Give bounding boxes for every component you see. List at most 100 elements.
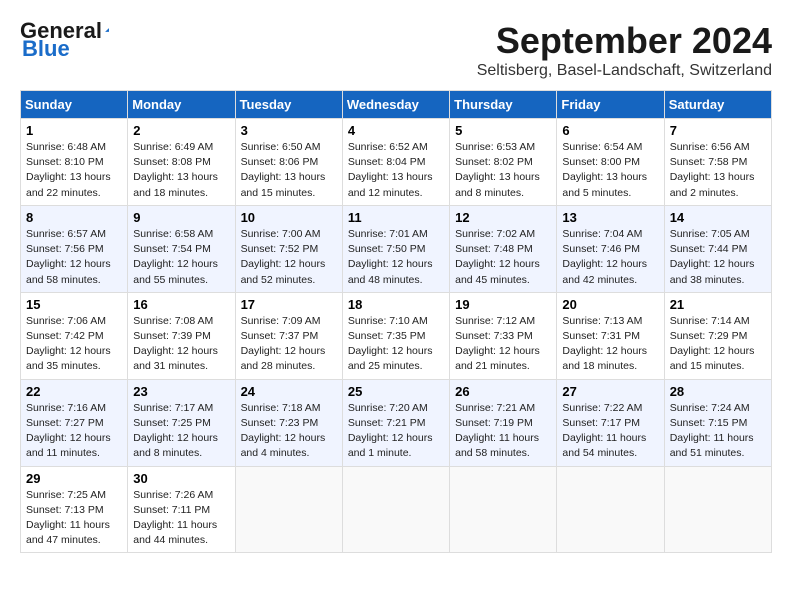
calendar-cell: 14 Sunrise: 7:05 AM Sunset: 7:44 PM Dayli…	[664, 205, 771, 292]
month-title: September 2024	[477, 20, 772, 62]
day-info: Sunrise: 6:58 AM Sunset: 7:54 PM Dayligh…	[133, 227, 229, 288]
calendar-cell: 2 Sunrise: 6:49 AM Sunset: 8:08 PM Daylig…	[128, 119, 235, 206]
calendar-cell: 22 Sunrise: 7:16 AM Sunset: 7:27 PM Dayli…	[21, 379, 128, 466]
day-info: Sunrise: 7:06 AM Sunset: 7:42 PM Dayligh…	[26, 314, 122, 375]
day-info: Sunrise: 7:08 AM Sunset: 7:39 PM Dayligh…	[133, 314, 229, 375]
day-number: 15	[26, 297, 122, 312]
day-number: 1	[26, 123, 122, 138]
calendar-cell: 12Sunrise: 7:02 AM Sunset: 7:48 PM Dayli…	[450, 205, 557, 292]
weekday-header-monday: Monday	[128, 91, 235, 119]
day-info: Sunrise: 7:00 AM Sunset: 7:52 PM Dayligh…	[241, 227, 337, 288]
day-info: Sunrise: 6:56 AM Sunset: 7:58 PM Dayligh…	[670, 140, 766, 201]
day-number: 23	[133, 384, 229, 399]
weekday-header-sunday: Sunday	[21, 91, 128, 119]
day-number: 20	[562, 297, 658, 312]
calendar-cell: 3Sunrise: 6:50 AM Sunset: 8:06 PM Daylig…	[235, 119, 342, 206]
day-number: 17	[241, 297, 337, 312]
page-header: General Blue September 2024 Seltisberg, …	[20, 20, 772, 80]
day-number: 26	[455, 384, 551, 399]
day-info: Sunrise: 7:12 AM Sunset: 7:33 PM Dayligh…	[455, 314, 551, 375]
day-info: Sunrise: 7:17 AM Sunset: 7:25 PM Dayligh…	[133, 401, 229, 462]
calendar-cell: 26 Sunrise: 7:21 AM Sunset: 7:19 PM Dayli…	[450, 379, 557, 466]
day-number: 27	[562, 384, 658, 399]
day-info: Sunrise: 6:52 AM Sunset: 8:04 PM Dayligh…	[348, 140, 444, 201]
calendar-cell: 1 Sunrise: 6:48 AM Sunset: 8:10 PM Daylig…	[21, 119, 128, 206]
calendar-cell: 20 Sunrise: 7:13 AM Sunset: 7:31 PM Dayli…	[557, 292, 664, 379]
day-info: Sunrise: 7:21 AM Sunset: 7:19 PM Dayligh…	[455, 401, 551, 462]
calendar-cell: 6 Sunrise: 6:54 AM Sunset: 8:00 PM Daylig…	[557, 119, 664, 206]
day-number: 25	[348, 384, 444, 399]
calendar-cell: 18 Sunrise: 7:10 AM Sunset: 7:35 PM Dayli…	[342, 292, 449, 379]
day-info: Sunrise: 6:53 AM Sunset: 8:02 PM Dayligh…	[455, 140, 551, 201]
calendar-week-row: 15 Sunrise: 7:06 AM Sunset: 7:42 PM Dayli…	[21, 292, 772, 379]
calendar-cell: 11 Sunrise: 7:01 AM Sunset: 7:50 PM Dayli…	[342, 205, 449, 292]
calendar-cell: 25Sunrise: 7:20 AM Sunset: 7:21 PM Dayli…	[342, 379, 449, 466]
calendar-cell: 13Sunrise: 7:04 AM Sunset: 7:46 PM Dayli…	[557, 205, 664, 292]
calendar-cell: 7Sunrise: 6:56 AM Sunset: 7:58 PM Daylig…	[664, 119, 771, 206]
calendar-cell: 16Sunrise: 7:08 AM Sunset: 7:39 PM Dayli…	[128, 292, 235, 379]
weekday-header-saturday: Saturday	[664, 91, 771, 119]
calendar-week-row: 8 Sunrise: 6:57 AM Sunset: 7:56 PM Daylig…	[21, 205, 772, 292]
day-number: 13	[562, 210, 658, 225]
calendar-cell: 24Sunrise: 7:18 AM Sunset: 7:23 PM Dayli…	[235, 379, 342, 466]
day-info: Sunrise: 7:25 AM Sunset: 7:13 PM Dayligh…	[26, 488, 122, 549]
day-number: 10	[241, 210, 337, 225]
calendar-week-row: 22 Sunrise: 7:16 AM Sunset: 7:27 PM Dayli…	[21, 379, 772, 466]
day-info: Sunrise: 7:18 AM Sunset: 7:23 PM Dayligh…	[241, 401, 337, 462]
calendar-week-row: 29 Sunrise: 7:25 AM Sunset: 7:13 PM Dayli…	[21, 466, 772, 553]
day-number: 5	[455, 123, 551, 138]
calendar-cell: 27Sunrise: 7:22 AM Sunset: 7:17 PM Dayli…	[557, 379, 664, 466]
day-info: Sunrise: 7:16 AM Sunset: 7:27 PM Dayligh…	[26, 401, 122, 462]
weekday-header-thursday: Thursday	[450, 91, 557, 119]
calendar-cell: 29 Sunrise: 7:25 AM Sunset: 7:13 PM Dayli…	[21, 466, 128, 553]
day-info: Sunrise: 7:01 AM Sunset: 7:50 PM Dayligh…	[348, 227, 444, 288]
day-number: 14	[670, 210, 766, 225]
day-info: Sunrise: 7:10 AM Sunset: 7:35 PM Dayligh…	[348, 314, 444, 375]
day-number: 28	[670, 384, 766, 399]
calendar-cell	[557, 466, 664, 553]
day-number: 2	[133, 123, 229, 138]
day-info: Sunrise: 6:48 AM Sunset: 8:10 PM Dayligh…	[26, 140, 122, 201]
day-info: Sunrise: 7:24 AM Sunset: 7:15 PM Dayligh…	[670, 401, 766, 462]
logo-icon	[104, 19, 110, 41]
calendar-cell	[235, 466, 342, 553]
calendar-cell: 4Sunrise: 6:52 AM Sunset: 8:04 PM Daylig…	[342, 119, 449, 206]
weekday-header-wednesday: Wednesday	[342, 91, 449, 119]
day-number: 29	[26, 471, 122, 486]
day-info: Sunrise: 6:50 AM Sunset: 8:06 PM Dayligh…	[241, 140, 337, 201]
title-block: September 2024 Seltisberg, Basel-Landsch…	[477, 20, 772, 80]
location-subtitle: Seltisberg, Basel-Landschaft, Switzerlan…	[477, 62, 772, 80]
calendar-cell: 10 Sunrise: 7:00 AM Sunset: 7:52 PM Dayli…	[235, 205, 342, 292]
calendar-cell: 15 Sunrise: 7:06 AM Sunset: 7:42 PM Dayli…	[21, 292, 128, 379]
day-info: Sunrise: 6:54 AM Sunset: 8:00 PM Dayligh…	[562, 140, 658, 201]
day-info: Sunrise: 6:49 AM Sunset: 8:08 PM Dayligh…	[133, 140, 229, 201]
day-number: 11	[348, 210, 444, 225]
calendar-cell: 23 Sunrise: 7:17 AM Sunset: 7:25 PM Dayli…	[128, 379, 235, 466]
day-number: 19	[455, 297, 551, 312]
day-info: Sunrise: 7:09 AM Sunset: 7:37 PM Dayligh…	[241, 314, 337, 375]
day-info: Sunrise: 7:26 AM Sunset: 7:11 PM Dayligh…	[133, 488, 229, 549]
day-number: 12	[455, 210, 551, 225]
calendar-cell	[450, 466, 557, 553]
calendar-cell	[342, 466, 449, 553]
logo: General Blue	[20, 20, 110, 62]
calendar-cell: 17 Sunrise: 7:09 AM Sunset: 7:37 PM Dayli…	[235, 292, 342, 379]
day-number: 9	[133, 210, 229, 225]
day-number: 18	[348, 297, 444, 312]
calendar-table: SundayMondayTuesdayWednesdayThursdayFrid…	[20, 90, 772, 553]
day-info: Sunrise: 7:13 AM Sunset: 7:31 PM Dayligh…	[562, 314, 658, 375]
day-number: 8	[26, 210, 122, 225]
day-number: 21	[670, 297, 766, 312]
calendar-cell: 19 Sunrise: 7:12 AM Sunset: 7:33 PM Dayli…	[450, 292, 557, 379]
calendar-cell: 30Sunrise: 7:26 AM Sunset: 7:11 PM Dayli…	[128, 466, 235, 553]
calendar-cell: 21Sunrise: 7:14 AM Sunset: 7:29 PM Dayli…	[664, 292, 771, 379]
day-number: 22	[26, 384, 122, 399]
calendar-header-row: SundayMondayTuesdayWednesdayThursdayFrid…	[21, 91, 772, 119]
calendar-week-row: 1 Sunrise: 6:48 AM Sunset: 8:10 PM Daylig…	[21, 119, 772, 206]
calendar-cell	[664, 466, 771, 553]
day-info: Sunrise: 7:05 AM Sunset: 7:44 PM Dayligh…	[670, 227, 766, 288]
weekday-header-tuesday: Tuesday	[235, 91, 342, 119]
day-info: Sunrise: 6:57 AM Sunset: 7:56 PM Dayligh…	[26, 227, 122, 288]
day-number: 6	[562, 123, 658, 138]
calendar-cell: 28 Sunrise: 7:24 AM Sunset: 7:15 PM Dayli…	[664, 379, 771, 466]
